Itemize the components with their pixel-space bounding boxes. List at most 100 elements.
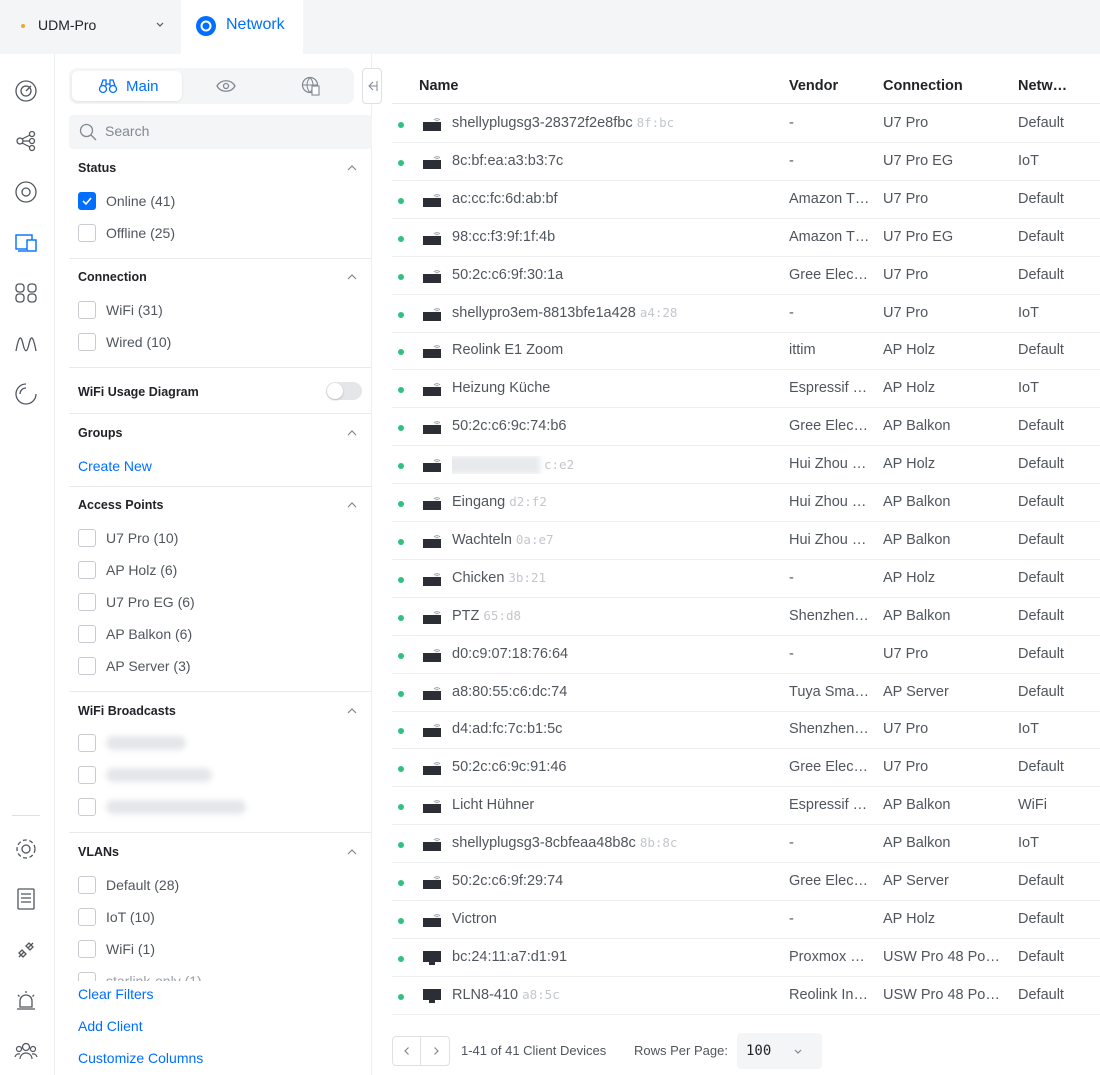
- checkbox-checked[interactable]: [78, 192, 96, 210]
- client-name[interactable]: Heizung Küche: [452, 380, 782, 396]
- client-name[interactable]: 98:cc:f3:9f:1f:4b: [452, 229, 782, 245]
- client-name[interactable]: RLN8-410 a8:5c: [452, 987, 782, 1003]
- checkbox[interactable]: [78, 940, 96, 958]
- clients-icon[interactable]: [13, 229, 39, 255]
- column-header-vendor[interactable]: Vendor: [789, 78, 838, 94]
- tab-main[interactable]: Main: [72, 71, 182, 101]
- topology-icon[interactable]: [13, 128, 39, 154]
- table-row[interactable]: PTZ 65:d8 Shenzhen… AP Balkon Default: [392, 598, 1100, 636]
- integrations-icon[interactable]: [13, 937, 39, 963]
- chevron-up-icon[interactable]: [346, 846, 358, 858]
- next-page-button[interactable]: [422, 1037, 450, 1065]
- table-row[interactable]: shellyplugsg3-28372f2e8fbc 8f:bc - U7 Pro De…: [392, 105, 1100, 143]
- chevron-up-icon[interactable]: [346, 162, 358, 174]
- client-name[interactable]: Licht Hühner: [452, 797, 782, 813]
- column-header-connection[interactable]: Connection: [883, 78, 963, 94]
- client-name[interactable]: Reolink E1 Zoom: [452, 342, 782, 358]
- client-name[interactable]: Eingang d2:f2: [452, 494, 782, 510]
- table-row[interactable]: Licht Hühner Espressif … AP Balkon WiFi: [392, 787, 1100, 826]
- wifi-usage-toggle[interactable]: [326, 382, 362, 400]
- tab-internet[interactable]: [271, 71, 351, 101]
- client-name[interactable]: c:e2: [452, 456, 782, 475]
- ports-icon[interactable]: [13, 280, 39, 306]
- table-row[interactable]: Eingang d2:f2 Hui Zhou … AP Balkon Default: [392, 484, 1100, 522]
- checkbox[interactable]: [78, 734, 96, 752]
- table-row[interactable]: c:e2 Hui Zhou … AP Holz Default: [392, 446, 1100, 485]
- client-name[interactable]: shellyplugsg3-28372f2e8fbc 8f:bc: [452, 115, 782, 131]
- client-name[interactable]: Wachteln 0a:e7: [452, 532, 782, 548]
- table-row[interactable]: shellypro3em-8813bfe1a428 a4:28- U7 Pro IoT: [392, 295, 1100, 333]
- devices-icon[interactable]: [13, 179, 39, 205]
- checkbox[interactable]: [78, 529, 96, 547]
- radar-icon[interactable]: [13, 381, 39, 407]
- site-selector[interactable]: UDM-Pro: [0, 0, 181, 54]
- client-name[interactable]: PTZ 65:d8: [452, 608, 782, 624]
- table-row[interactable]: d4:ad:fc:7c:b1:5c Shenzhen… U7 Pro IoT: [392, 711, 1100, 750]
- rows-per-page-select[interactable]: 100: [737, 1033, 822, 1069]
- table-row[interactable]: a8:80:55:c6:dc:74 Tuya Sma… AP Server Defau…: [392, 674, 1100, 712]
- column-header-network[interactable]: Netw…: [1018, 78, 1067, 94]
- client-name[interactable]: shellyplugsg3-8cbfeaa48b8c 8b:8c: [452, 835, 782, 851]
- table-row[interactable]: 50:2c:c6:9f:30:1a Gree Elec… U7 Pro Default: [392, 257, 1100, 295]
- settings-icon[interactable]: [13, 836, 39, 862]
- checkbox[interactable]: [78, 224, 96, 242]
- client-name[interactable]: 50:2c:c6:9c:91:46: [452, 759, 782, 775]
- checkbox[interactable]: [78, 766, 96, 784]
- table-row[interactable]: Victron - AP Holz Default: [392, 901, 1100, 939]
- client-name[interactable]: Victron: [452, 911, 782, 927]
- table-row[interactable]: d0:c9:07:18:76:64 - U7 Pro Default: [392, 636, 1100, 674]
- table-row[interactable]: Wachteln 0a:e7 Hui Zhou … AP Balkon Default: [392, 522, 1100, 560]
- checkbox[interactable]: [78, 657, 96, 675]
- clear-filters-link[interactable]: Clear Filters: [78, 986, 153, 1002]
- table-row[interactable]: ac:cc:fc:6d:ab:bf Amazon T… U7 Pro Default: [392, 181, 1100, 219]
- table-row[interactable]: Reolink E1 Zoom ittim AP Holz Default: [392, 332, 1100, 371]
- chevron-up-icon[interactable]: [346, 499, 358, 511]
- create-group-link[interactable]: Create New: [78, 458, 152, 474]
- dashboard-icon[interactable]: [13, 78, 39, 104]
- table-row[interactable]: 50:2c:c6:9f:29:74 Gree Elec… AP Server Defa…: [392, 863, 1100, 901]
- checkbox[interactable]: [78, 908, 96, 926]
- client-name[interactable]: ac:cc:fc:6d:ab:bf: [452, 191, 782, 207]
- checkbox[interactable]: [78, 876, 96, 894]
- admins-icon[interactable]: [13, 1038, 39, 1064]
- alerts-icon[interactable]: [13, 988, 39, 1014]
- table-row[interactable]: 50:2c:c6:9c:74:b6 Gree Elec… AP Balkon Defa…: [392, 408, 1100, 447]
- table-row[interactable]: shellyplugsg3-8cbfeaa48b8c 8b:8c - AP Balko…: [392, 825, 1100, 864]
- logs-icon[interactable]: [13, 886, 39, 912]
- checkbox[interactable]: [78, 972, 96, 981]
- client-name[interactable]: d4:ad:fc:7c:b1:5c: [452, 721, 782, 737]
- add-client-link[interactable]: Add Client: [78, 1018, 143, 1034]
- table-row[interactable]: bc:24:11:a7:d1:91 Proxmox … USW Pro 48 Po……: [392, 939, 1100, 977]
- chevron-up-icon[interactable]: [346, 427, 358, 439]
- table-row[interactable]: 50:2c:c6:9c:91:46 Gree Elec… U7 Pro Default: [392, 749, 1100, 788]
- table-row[interactable]: Heizung Küche Espressif … AP Holz IoT: [392, 370, 1100, 409]
- search-input[interactable]: Search: [69, 115, 372, 149]
- tab-visibility[interactable]: [186, 71, 266, 101]
- client-name[interactable]: bc:24:11:a7:d1:91: [452, 949, 782, 965]
- insights-icon[interactable]: [13, 331, 39, 357]
- client-name[interactable]: d0:c9:07:18:76:64: [452, 646, 782, 662]
- checkbox[interactable]: [78, 625, 96, 643]
- collapse-panel-button[interactable]: [362, 68, 382, 104]
- checkbox[interactable]: [78, 301, 96, 319]
- checkbox[interactable]: [78, 561, 96, 579]
- column-header-name[interactable]: Name: [419, 78, 459, 94]
- client-name[interactable]: a8:80:55:c6:dc:74: [452, 684, 782, 700]
- client-name[interactable]: shellypro3em-8813bfe1a428 a4:28: [452, 305, 782, 321]
- client-name[interactable]: 50:2c:c6:9c:74:b6: [452, 418, 782, 434]
- chevron-up-icon[interactable]: [346, 705, 358, 717]
- checkbox[interactable]: [78, 333, 96, 351]
- previous-page-button[interactable]: [393, 1037, 421, 1065]
- client-name[interactable]: 50:2c:c6:9f:29:74: [452, 873, 782, 889]
- table-row[interactable]: 8c:bf:ea:a3:b3:7c - U7 Pro EG IoT: [392, 143, 1100, 181]
- table-row[interactable]: 98:cc:f3:9f:1f:4b Amazon T… U7 Pro EG Defau…: [392, 219, 1100, 257]
- customize-columns-link[interactable]: Customize Columns: [78, 1050, 203, 1066]
- app-tab-network[interactable]: Network: [181, 0, 303, 54]
- table-row[interactable]: RLN8-410 a8:5c Reolink In… USW Pro 48 Po… De…: [392, 977, 1100, 1015]
- chevron-up-icon[interactable]: [346, 271, 358, 283]
- client-name[interactable]: Chicken 3b:21: [452, 570, 782, 586]
- table-row[interactable]: Chicken 3b:21- AP Holz Default: [392, 560, 1100, 598]
- checkbox[interactable]: [78, 798, 96, 816]
- client-name[interactable]: 50:2c:c6:9f:30:1a: [452, 267, 782, 283]
- client-name[interactable]: 8c:bf:ea:a3:b3:7c: [452, 153, 782, 169]
